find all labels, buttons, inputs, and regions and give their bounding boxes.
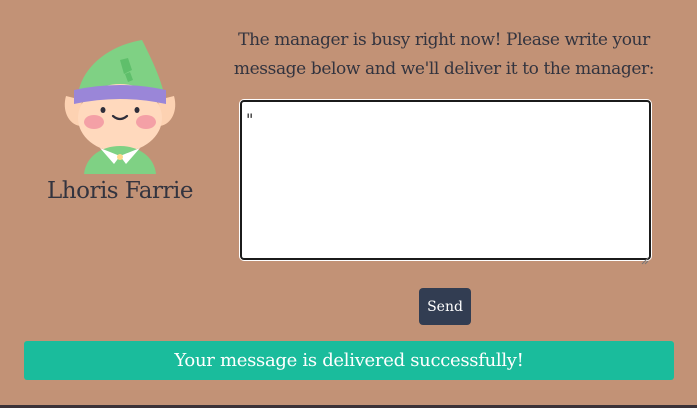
- busy-message-prompt: The manager is busy right now! Please wr…: [233, 30, 655, 79]
- message-textarea[interactable]: [240, 100, 651, 260]
- send-button[interactable]: Send: [419, 288, 471, 325]
- agent-name: Lhoris Farrie: [47, 178, 193, 204]
- success-alert: Your message is delivered successfully!: [24, 341, 674, 380]
- elf-avatar-icon: [62, 38, 178, 178]
- resize-handle-icon[interactable]: [641, 250, 649, 265]
